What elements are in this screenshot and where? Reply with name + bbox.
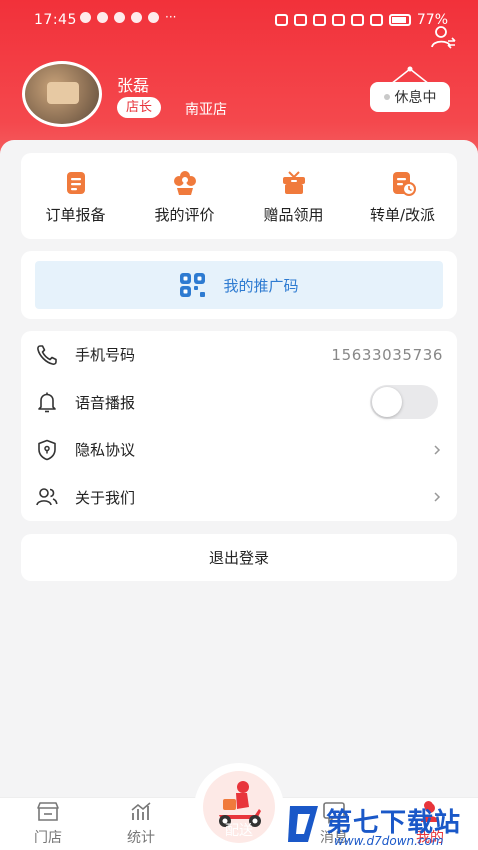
quick-action-order-report[interactable]: 订单报备 xyxy=(21,153,130,239)
watermark-url: www.d7down.com xyxy=(334,834,444,848)
status-dot xyxy=(383,94,390,100)
promo-code-button[interactable]: 我的推广码 xyxy=(35,261,443,309)
chevron-right-icon xyxy=(434,445,441,455)
bluetooth-icon xyxy=(331,14,345,26)
tab-store[interactable]: 门店 xyxy=(18,800,78,847)
vibrate-icon xyxy=(312,14,326,26)
setting-label: 隐私协议 xyxy=(75,441,136,460)
notification-icons: ··· xyxy=(80,10,177,24)
setting-label: 关于我们 xyxy=(75,488,136,507)
status-bar: 17:45 ··· 77% xyxy=(0,0,478,40)
setting-label: 语音播报 xyxy=(75,393,136,412)
avatar[interactable] xyxy=(22,61,102,127)
gift-icon xyxy=(282,171,305,194)
notification-icon xyxy=(80,12,91,23)
notification-icon xyxy=(131,12,142,23)
switch-account-icon[interactable] xyxy=(430,24,456,50)
tab-stats[interactable]: 统计 xyxy=(111,800,171,847)
nfc-icon xyxy=(293,14,307,26)
setting-row-phone: 手机号码 15633035736 xyxy=(35,331,443,379)
setting-label: 手机号码 xyxy=(75,346,136,365)
signal-icon xyxy=(369,14,383,26)
store-icon xyxy=(37,802,59,821)
order-report-icon xyxy=(66,172,85,194)
watermark: 第七下载站 www.d7down.com xyxy=(282,800,478,850)
role-badge: 店长 xyxy=(117,97,162,118)
setting-row-voice: 语音播报 xyxy=(35,379,443,427)
tab-delivery[interactable]: 配送 xyxy=(194,763,284,850)
quick-action-label: 我的评价 xyxy=(154,206,215,224)
logout-label: 退出登录 xyxy=(208,549,269,567)
user-name: 张磊 xyxy=(117,76,150,95)
quick-action-label: 转单/改派 xyxy=(369,206,436,224)
rest-status-label: 休息中 xyxy=(394,90,437,106)
shield-icon xyxy=(38,439,56,461)
quick-actions-card: 订单报备 我的评价 赠品领用 转单/改派 xyxy=(21,153,457,239)
system-icons: 77% xyxy=(274,12,448,28)
settings-card: 手机号码 15633035736 语音播报 隐私协议 关于我们 xyxy=(21,331,457,521)
notification-icon xyxy=(148,12,159,23)
quick-action-transfer[interactable]: 转单/改派 xyxy=(348,153,457,239)
bell-icon xyxy=(38,392,56,413)
toggle-knob xyxy=(372,387,402,418)
status-time: 17:45 xyxy=(34,12,77,28)
stats-icon xyxy=(131,802,151,820)
notification-icon xyxy=(97,12,108,23)
quick-action-gift-claim[interactable]: 赠品领用 xyxy=(239,153,348,239)
rest-status-badge[interactable]: 休息中 xyxy=(370,82,450,112)
setting-row-about[interactable]: 关于我们 xyxy=(35,474,443,522)
quick-action-my-reviews[interactable]: 我的评价 xyxy=(130,153,239,239)
tab-label: 门店 xyxy=(34,830,62,846)
eye-icon xyxy=(274,14,288,26)
chevron-right-icon xyxy=(434,492,441,502)
transfer-icon xyxy=(392,172,416,196)
qr-code-icon xyxy=(180,273,206,297)
tab-label: 配送 xyxy=(225,823,253,839)
phone-number-value: 15633035736 xyxy=(331,345,443,364)
phone-icon xyxy=(37,344,57,365)
notification-icon xyxy=(114,12,125,23)
more-notifications-indicator: ··· xyxy=(165,10,177,24)
people-icon xyxy=(36,488,58,506)
mute-icon xyxy=(350,14,364,26)
setting-row-privacy[interactable]: 隐私协议 xyxy=(35,426,443,474)
flower-review-icon xyxy=(173,171,196,195)
rest-status-toggle[interactable]: 休息中 xyxy=(370,66,450,114)
battery-icon xyxy=(388,14,411,26)
quick-action-label: 订单报备 xyxy=(45,206,106,224)
store-name: 南亚店 xyxy=(185,102,227,118)
tab-label: 统计 xyxy=(127,830,155,846)
voice-broadcast-toggle[interactable] xyxy=(370,385,438,420)
promo-card: 我的推广码 xyxy=(21,251,457,319)
logout-button[interactable]: 退出登录 xyxy=(21,534,457,581)
promo-code-label: 我的推广码 xyxy=(223,276,299,295)
quick-action-label: 赠品领用 xyxy=(263,206,324,224)
watermark-logo-icon xyxy=(288,806,318,842)
